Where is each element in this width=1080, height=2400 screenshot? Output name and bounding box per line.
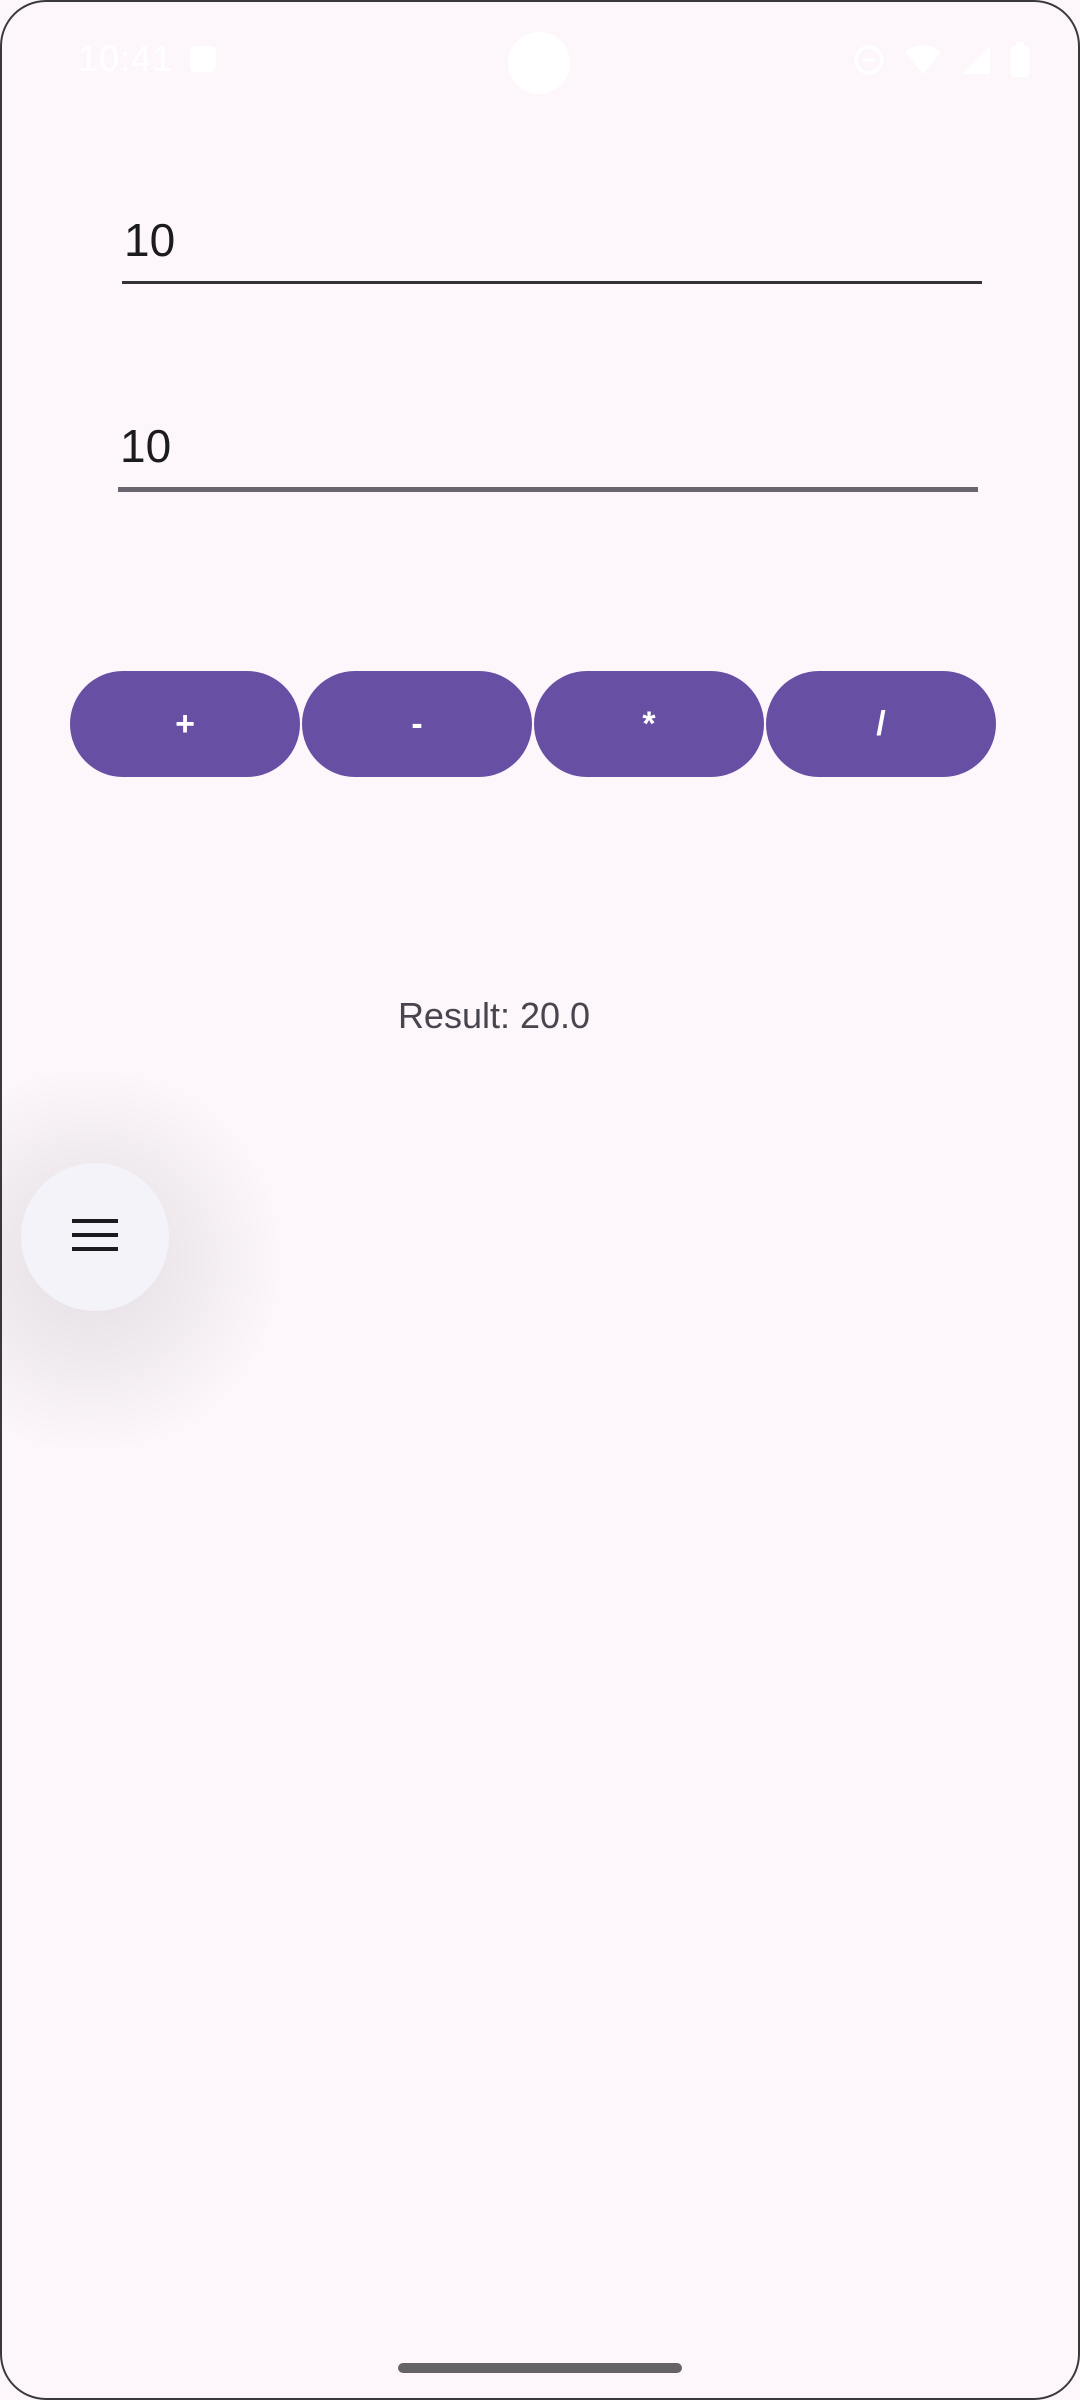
- signal-icon: [960, 44, 992, 76]
- notification-icon: [190, 46, 216, 72]
- menu-icon: [70, 1217, 120, 1258]
- status-icons: [852, 40, 1030, 80]
- status-time: 10:41: [78, 38, 174, 79]
- add-button[interactable]: +: [70, 671, 300, 777]
- menu-button[interactable]: [21, 1163, 169, 1311]
- status-bar: 10:41: [0, 0, 1080, 120]
- operator-buttons: + - * /: [70, 671, 996, 777]
- second-number-value: 10: [120, 420, 172, 472]
- first-number-field[interactable]: 10: [122, 200, 982, 284]
- result-label: Result: 20.0: [397, 995, 591, 1036]
- battery-icon: [1010, 42, 1030, 78]
- subtract-button[interactable]: -: [302, 671, 532, 777]
- app-screen: 10:41 10 10 + - * / Result: 20.0: [0, 0, 1080, 2400]
- data-saver-icon: [852, 43, 886, 77]
- first-number-value: 10: [124, 214, 176, 266]
- divide-button[interactable]: /: [766, 671, 996, 777]
- second-number-field[interactable]: 10: [118, 406, 978, 492]
- home-indicator[interactable]: [398, 2363, 682, 2373]
- multiply-button[interactable]: *: [534, 671, 764, 777]
- camera-cutout: [508, 32, 570, 94]
- wifi-icon: [904, 44, 942, 76]
